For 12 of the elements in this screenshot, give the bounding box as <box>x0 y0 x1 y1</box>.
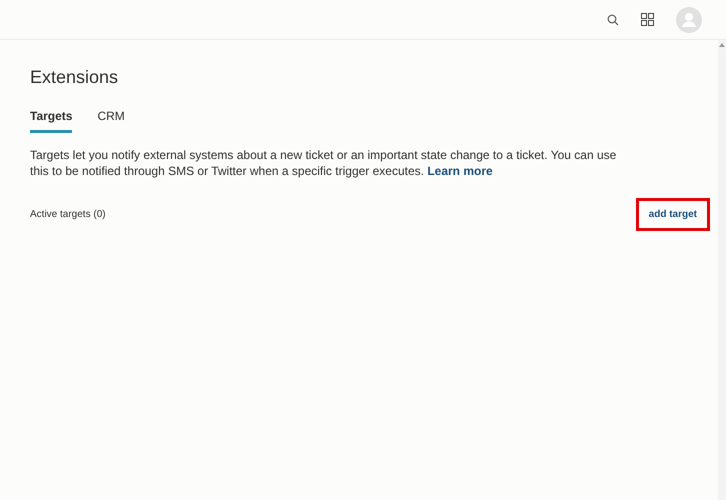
grid-icon[interactable] <box>641 13 654 26</box>
description-text: Targets let you notify external systems about a new ticket or an important state change to a ticket. You can use this to be notified through SMS or Twitter when a specific trigger executes. Learn more <box>30 147 618 179</box>
avatar-icon[interactable] <box>676 6 702 32</box>
page-title: Extensions <box>30 66 118 89</box>
tab[interactable]: CRM <box>97 107 125 133</box>
search-icon[interactable] <box>607 14 619 26</box>
tab[interactable]: Targets <box>30 107 72 133</box>
scroll-up-icon[interactable] <box>719 43 725 47</box>
active-targets-label: Active targets (0) <box>30 208 106 222</box>
learn-more-link[interactable]: Learn more <box>427 164 493 178</box>
add-target-button[interactable]: add target <box>636 198 710 231</box>
scrollbar[interactable] <box>718 40 726 500</box>
